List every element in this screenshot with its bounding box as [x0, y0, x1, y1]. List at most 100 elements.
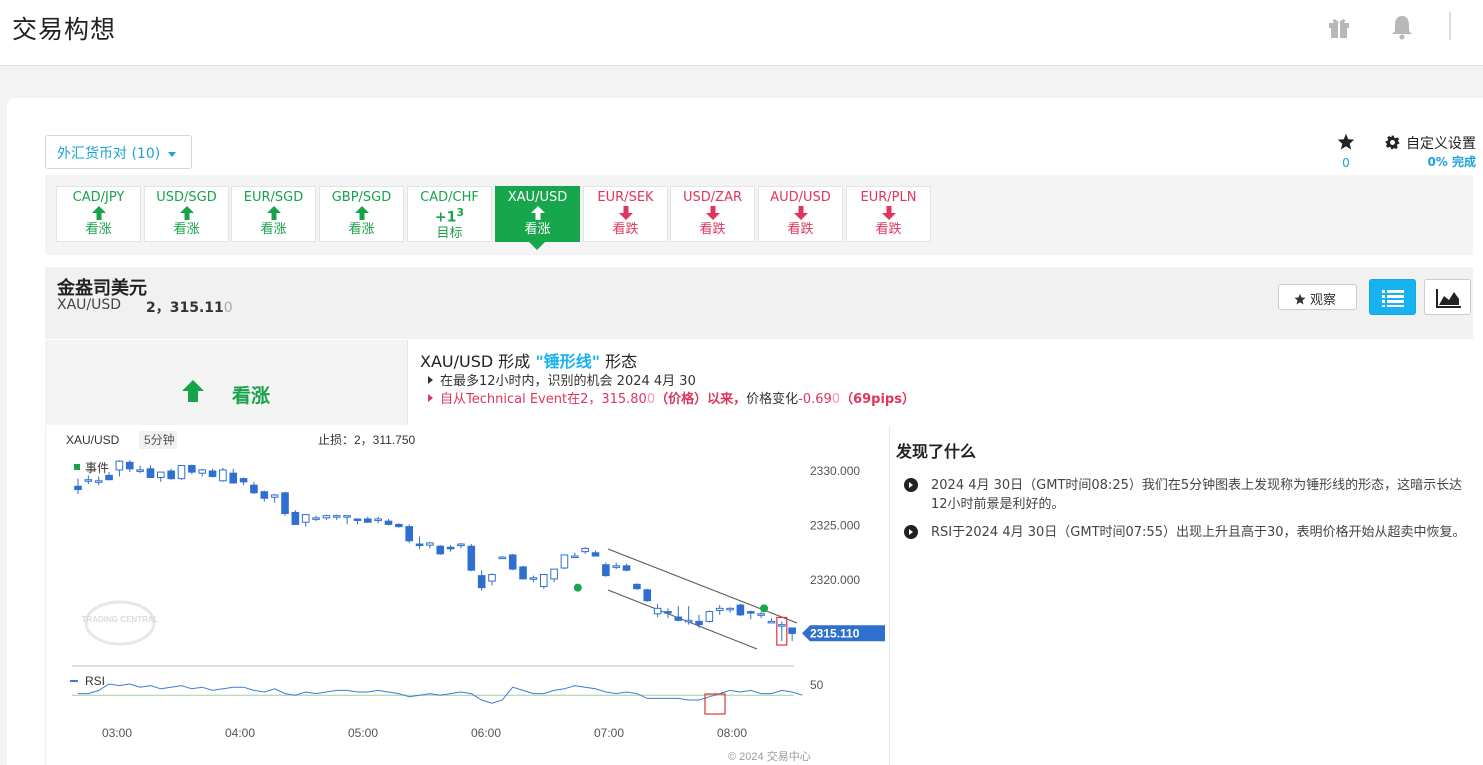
pair-symbol: USD/ZAR — [683, 190, 742, 205]
candle-body — [219, 469, 227, 482]
star-icon — [1294, 293, 1306, 305]
candle-body — [198, 469, 206, 474]
candle — [498, 556, 507, 560]
pair-tab-aud-usd[interactable]: AUD/USD 看跌 — [758, 186, 843, 242]
pair-tab-usd-zar[interactable]: USD/ZAR 看跌 — [670, 186, 755, 242]
pair-symbol: USD/SGD — [156, 190, 217, 205]
time-tick-label: 07:00 — [594, 726, 624, 740]
candle — [757, 611, 765, 619]
pair-symbol: EUR/SGD — [243, 190, 304, 205]
pair-symbol: EUR/SEK — [597, 190, 654, 205]
candle-body — [612, 565, 621, 568]
candle-body — [571, 555, 579, 559]
candle — [446, 545, 455, 552]
gift-icon[interactable] — [1327, 16, 1351, 38]
arrow-up-icon — [320, 206, 403, 222]
pair-bias-label: 看涨 — [173, 222, 200, 237]
time-tick-label: 04:00 — [225, 726, 255, 740]
pair-bias-label: 看涨 — [524, 222, 551, 237]
watermark-text: TRADING CENTRAL — [82, 615, 159, 624]
candle-body — [602, 564, 610, 577]
candle — [550, 568, 558, 583]
candle — [415, 536, 424, 550]
list-view-button[interactable] — [1369, 279, 1416, 315]
chart-symbol: XAU/USD — [66, 433, 120, 447]
candle-body — [498, 556, 507, 560]
candle — [250, 481, 258, 494]
pair-tab-eur-sek[interactable]: EUR/SEK 看跌 — [583, 186, 668, 242]
candle-body — [74, 485, 82, 491]
chevron-right-icon — [904, 525, 918, 539]
pair-bias-label: 看涨 — [85, 222, 112, 237]
custom-settings[interactable]: 自定义设置 0% 完成 — [1370, 133, 1476, 170]
pair-symbol: XAU/USD — [507, 190, 568, 205]
pair-bias-label: 看跌 — [699, 222, 726, 237]
candle — [167, 468, 175, 480]
pair-tab-eur-sgd[interactable]: EUR/SGD 看涨 — [231, 186, 316, 242]
watermark-logo: TRADING CENTRAL — [82, 600, 159, 646]
candle-body — [364, 518, 372, 523]
arrow-down-icon — [584, 206, 667, 222]
candle — [529, 575, 538, 583]
candle — [322, 514, 331, 521]
custom-settings-label: 自定义设置 — [1406, 136, 1476, 152]
pattern-name: "锤形线" — [535, 352, 601, 371]
candle-body — [260, 491, 269, 499]
pattern-bullet-price-change: 自从Technical Event在2，315.800（价格）以来，价格变化-0… — [428, 388, 915, 407]
instrument-symbol: XAU/USD — [57, 297, 122, 313]
bell-icon[interactable] — [1390, 14, 1414, 40]
last-price-tag: 2315.110 — [802, 625, 885, 642]
candle-body — [653, 607, 662, 615]
pair-tab-xau-usd[interactable]: XAU/USD 看涨 — [495, 186, 580, 242]
pair-tab-cad-chf[interactable]: CAD/CHF +13 目标 — [407, 186, 492, 242]
watch-button[interactable]: 观察 — [1278, 284, 1357, 310]
chart-timeframe[interactable]: 5分钟 — [144, 432, 175, 447]
price-chart[interactable]: XAU/USD 5分钟 止损：2，311.750 事件 TRADING CENT… — [45, 426, 890, 765]
bias-label: 看涨 — [232, 385, 271, 407]
pair-tab-usd-sgd[interactable]: USD/SGD 看涨 — [144, 186, 229, 242]
pair-bias-label: 看涨 — [260, 222, 287, 237]
candle-body — [757, 613, 765, 616]
candle-body — [477, 575, 486, 589]
candle — [736, 603, 745, 616]
candle-body — [684, 619, 693, 623]
candle-body — [736, 604, 745, 616]
candle-body — [167, 470, 175, 480]
area-chart-icon — [1436, 289, 1461, 308]
instrument-filter-dropdown[interactable]: 外汇货币对 (10) — [45, 135, 192, 169]
pair-tab-gbp-sgd[interactable]: GBP/SGD 看涨 — [319, 186, 404, 242]
chart-view-button[interactable] — [1424, 279, 1471, 315]
candle — [674, 606, 683, 622]
candle-body — [457, 543, 465, 547]
arrow-down-icon — [847, 206, 930, 222]
candle-body — [291, 511, 300, 525]
candle — [653, 603, 662, 618]
candle — [436, 545, 445, 555]
candle — [281, 491, 289, 516]
price-main: 2，315.11 — [146, 300, 224, 316]
watchlist-count: 0 — [1342, 156, 1350, 170]
watchlist-counter[interactable]: 0 — [1330, 133, 1362, 170]
candle — [239, 477, 248, 486]
arrow-up-icon — [496, 206, 579, 222]
candle-body — [519, 566, 527, 580]
top-bar: 交易构想 — [0, 0, 1483, 66]
candle-body — [508, 554, 517, 570]
instrument-header — [45, 267, 1473, 339]
candle — [560, 554, 569, 570]
pattern-bullet-timeframe: 在最多12小时内，识别的机会 2024 4月 30 — [428, 370, 696, 389]
candle — [602, 562, 610, 577]
candle-body — [353, 518, 362, 521]
custom-settings-progress: 0% 完成 — [1427, 155, 1476, 169]
candle — [788, 627, 796, 642]
pair-tab-eur-pln[interactable]: EUR/PLN 看跌 — [846, 186, 931, 242]
candle — [94, 476, 103, 486]
pair-tab-cad-jpy[interactable]: CAD/JPY 看涨 — [56, 186, 141, 242]
candle-body — [560, 554, 569, 569]
candle-body — [715, 607, 724, 612]
pair-bias-label: 看跌 — [612, 222, 639, 237]
candle-body — [446, 546, 455, 550]
candle-body — [467, 545, 476, 571]
candle — [219, 467, 227, 482]
legend-event-swatch — [74, 464, 80, 470]
